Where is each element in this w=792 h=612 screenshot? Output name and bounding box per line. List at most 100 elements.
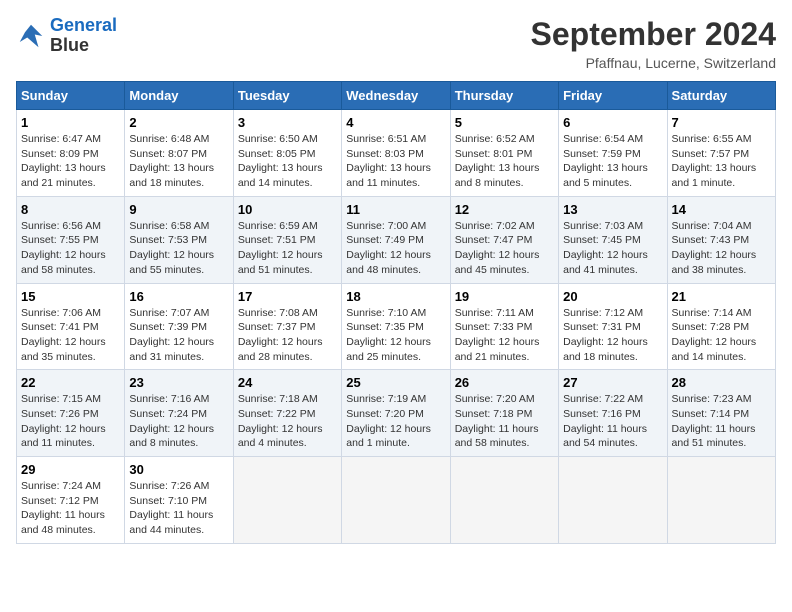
col-sunday: Sunday — [17, 82, 125, 110]
day-number: 11 — [346, 202, 445, 217]
table-row: 17 Sunrise: 7:08 AM Sunset: 7:37 PM Dayl… — [233, 283, 341, 370]
day-info: Sunrise: 7:15 AM Sunset: 7:26 PM Dayligh… — [21, 392, 120, 451]
day-number: 20 — [563, 289, 662, 304]
day-info: Sunrise: 7:19 AM Sunset: 7:20 PM Dayligh… — [346, 392, 445, 451]
day-info: Sunrise: 7:03 AM Sunset: 7:45 PM Dayligh… — [563, 219, 662, 278]
day-info: Sunrise: 7:11 AM Sunset: 7:33 PM Dayligh… — [455, 306, 554, 365]
day-number: 29 — [21, 462, 120, 477]
day-number: 4 — [346, 115, 445, 130]
month-title: September 2024 — [531, 16, 776, 53]
day-info: Sunrise: 7:08 AM Sunset: 7:37 PM Dayligh… — [238, 306, 337, 365]
table-row: 30 Sunrise: 7:26 AM Sunset: 7:10 PM Dayl… — [125, 457, 233, 544]
table-row: 14 Sunrise: 7:04 AM Sunset: 7:43 PM Dayl… — [667, 196, 775, 283]
day-info: Sunrise: 6:55 AM Sunset: 7:57 PM Dayligh… — [672, 132, 771, 191]
day-number: 22 — [21, 375, 120, 390]
calendar-row: 15 Sunrise: 7:06 AM Sunset: 7:41 PM Dayl… — [17, 283, 776, 370]
table-row: 10 Sunrise: 6:59 AM Sunset: 7:51 PM Dayl… — [233, 196, 341, 283]
location-text: Pfaffnau, Lucerne, Switzerland — [531, 55, 776, 71]
table-row — [559, 457, 667, 544]
col-friday: Friday — [559, 82, 667, 110]
day-info: Sunrise: 6:51 AM Sunset: 8:03 PM Dayligh… — [346, 132, 445, 191]
day-number: 25 — [346, 375, 445, 390]
day-info: Sunrise: 7:18 AM Sunset: 7:22 PM Dayligh… — [238, 392, 337, 451]
day-info: Sunrise: 7:04 AM Sunset: 7:43 PM Dayligh… — [672, 219, 771, 278]
day-number: 17 — [238, 289, 337, 304]
calendar-row: 8 Sunrise: 6:56 AM Sunset: 7:55 PM Dayli… — [17, 196, 776, 283]
logo: General Blue — [16, 16, 117, 56]
day-info: Sunrise: 7:22 AM Sunset: 7:16 PM Dayligh… — [563, 392, 662, 451]
day-number: 1 — [21, 115, 120, 130]
day-number: 5 — [455, 115, 554, 130]
calendar-body: 1 Sunrise: 6:47 AM Sunset: 8:09 PM Dayli… — [17, 110, 776, 544]
table-row: 3 Sunrise: 6:50 AM Sunset: 8:05 PM Dayli… — [233, 110, 341, 197]
day-info: Sunrise: 7:12 AM Sunset: 7:31 PM Dayligh… — [563, 306, 662, 365]
day-info: Sunrise: 6:58 AM Sunset: 7:53 PM Dayligh… — [129, 219, 228, 278]
day-info: Sunrise: 7:06 AM Sunset: 7:41 PM Dayligh… — [21, 306, 120, 365]
page-header: General Blue September 2024 Pfaffnau, Lu… — [16, 16, 776, 71]
table-row: 2 Sunrise: 6:48 AM Sunset: 8:07 PM Dayli… — [125, 110, 233, 197]
table-row: 9 Sunrise: 6:58 AM Sunset: 7:53 PM Dayli… — [125, 196, 233, 283]
table-row: 24 Sunrise: 7:18 AM Sunset: 7:22 PM Dayl… — [233, 370, 341, 457]
day-info: Sunrise: 6:59 AM Sunset: 7:51 PM Dayligh… — [238, 219, 337, 278]
calendar-row: 1 Sunrise: 6:47 AM Sunset: 8:09 PM Dayli… — [17, 110, 776, 197]
table-row: 18 Sunrise: 7:10 AM Sunset: 7:35 PM Dayl… — [342, 283, 450, 370]
day-number: 8 — [21, 202, 120, 217]
day-number: 10 — [238, 202, 337, 217]
col-wednesday: Wednesday — [342, 82, 450, 110]
table-row: 1 Sunrise: 6:47 AM Sunset: 8:09 PM Dayli… — [17, 110, 125, 197]
day-info: Sunrise: 7:02 AM Sunset: 7:47 PM Dayligh… — [455, 219, 554, 278]
day-info: Sunrise: 7:23 AM Sunset: 7:14 PM Dayligh… — [672, 392, 771, 451]
day-number: 18 — [346, 289, 445, 304]
col-monday: Monday — [125, 82, 233, 110]
day-number: 9 — [129, 202, 228, 217]
table-row: 4 Sunrise: 6:51 AM Sunset: 8:03 PM Dayli… — [342, 110, 450, 197]
calendar-row: 22 Sunrise: 7:15 AM Sunset: 7:26 PM Dayl… — [17, 370, 776, 457]
col-tuesday: Tuesday — [233, 82, 341, 110]
day-info: Sunrise: 7:07 AM Sunset: 7:39 PM Dayligh… — [129, 306, 228, 365]
table-row: 23 Sunrise: 7:16 AM Sunset: 7:24 PM Dayl… — [125, 370, 233, 457]
table-row — [342, 457, 450, 544]
day-info: Sunrise: 7:10 AM Sunset: 7:35 PM Dayligh… — [346, 306, 445, 365]
day-number: 30 — [129, 462, 228, 477]
table-row: 21 Sunrise: 7:14 AM Sunset: 7:28 PM Dayl… — [667, 283, 775, 370]
col-thursday: Thursday — [450, 82, 558, 110]
day-info: Sunrise: 7:00 AM Sunset: 7:49 PM Dayligh… — [346, 219, 445, 278]
table-row: 6 Sunrise: 6:54 AM Sunset: 7:59 PM Dayli… — [559, 110, 667, 197]
day-number: 13 — [563, 202, 662, 217]
day-number: 26 — [455, 375, 554, 390]
day-info: Sunrise: 7:14 AM Sunset: 7:28 PM Dayligh… — [672, 306, 771, 365]
logo-icon — [16, 21, 46, 51]
day-info: Sunrise: 7:16 AM Sunset: 7:24 PM Dayligh… — [129, 392, 228, 451]
table-row: 25 Sunrise: 7:19 AM Sunset: 7:20 PM Dayl… — [342, 370, 450, 457]
day-number: 24 — [238, 375, 337, 390]
day-info: Sunrise: 6:48 AM Sunset: 8:07 PM Dayligh… — [129, 132, 228, 191]
col-saturday: Saturday — [667, 82, 775, 110]
day-info: Sunrise: 6:54 AM Sunset: 7:59 PM Dayligh… — [563, 132, 662, 191]
day-number: 19 — [455, 289, 554, 304]
day-number: 28 — [672, 375, 771, 390]
day-info: Sunrise: 6:56 AM Sunset: 7:55 PM Dayligh… — [21, 219, 120, 278]
title-block: September 2024 Pfaffnau, Lucerne, Switze… — [531, 16, 776, 71]
day-number: 21 — [672, 289, 771, 304]
table-row: 22 Sunrise: 7:15 AM Sunset: 7:26 PM Dayl… — [17, 370, 125, 457]
day-number: 3 — [238, 115, 337, 130]
table-row: 5 Sunrise: 6:52 AM Sunset: 8:01 PM Dayli… — [450, 110, 558, 197]
table-row — [667, 457, 775, 544]
table-row: 29 Sunrise: 7:24 AM Sunset: 7:12 PM Dayl… — [17, 457, 125, 544]
day-info: Sunrise: 7:24 AM Sunset: 7:12 PM Dayligh… — [21, 479, 120, 538]
day-info: Sunrise: 6:52 AM Sunset: 8:01 PM Dayligh… — [455, 132, 554, 191]
day-number: 27 — [563, 375, 662, 390]
table-row: 8 Sunrise: 6:56 AM Sunset: 7:55 PM Dayli… — [17, 196, 125, 283]
calendar-table: Sunday Monday Tuesday Wednesday Thursday… — [16, 81, 776, 544]
day-number: 15 — [21, 289, 120, 304]
table-row — [450, 457, 558, 544]
table-row: 15 Sunrise: 7:06 AM Sunset: 7:41 PM Dayl… — [17, 283, 125, 370]
table-row: 20 Sunrise: 7:12 AM Sunset: 7:31 PM Dayl… — [559, 283, 667, 370]
calendar-row: 29 Sunrise: 7:24 AM Sunset: 7:12 PM Dayl… — [17, 457, 776, 544]
header-row: Sunday Monday Tuesday Wednesday Thursday… — [17, 82, 776, 110]
day-number: 14 — [672, 202, 771, 217]
table-row: 16 Sunrise: 7:07 AM Sunset: 7:39 PM Dayl… — [125, 283, 233, 370]
table-row: 7 Sunrise: 6:55 AM Sunset: 7:57 PM Dayli… — [667, 110, 775, 197]
table-row: 11 Sunrise: 7:00 AM Sunset: 7:49 PM Dayl… — [342, 196, 450, 283]
table-row: 26 Sunrise: 7:20 AM Sunset: 7:18 PM Dayl… — [450, 370, 558, 457]
